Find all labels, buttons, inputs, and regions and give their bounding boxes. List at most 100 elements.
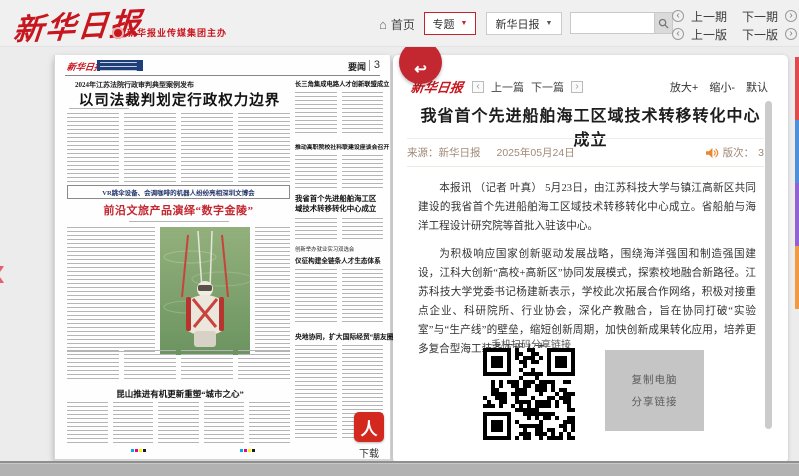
search-bar (570, 12, 673, 34)
site-logo[interactable]: 新华日报 (12, 0, 145, 49)
next-article-button[interactable]: 下一篇 (531, 79, 564, 95)
paper-dropdown[interactable]: 新华日报 ▼ (486, 12, 562, 35)
brand-emblem-icon (112, 27, 124, 39)
bottom-story-headline[interactable]: 昆山推进有机更新重塑“城市之心” (95, 388, 265, 400)
nav-home[interactable]: ⌂ 首页 (379, 16, 415, 33)
zoom-in-button[interactable]: 放大+ (670, 79, 698, 95)
bottom-scrollbar-track[interactable] (0, 461, 799, 476)
section-divider (369, 60, 370, 71)
prev-page-icon[interactable]: ‹ (672, 28, 684, 40)
feature-story: VR跳伞设备、会调咖啡的机器人纷纷亮相深圳文博会 前沿文旅产品演绎“数字金陵” (67, 185, 290, 355)
fake-text-column (113, 402, 154, 446)
side-tool-strip-red[interactable] (795, 57, 799, 120)
fake-text-column (67, 227, 155, 355)
right-column: 长三角集成电路人才创新联盟成立 推动高职院校社科联建设座谈会召开 我省首个先进船… (295, 79, 383, 441)
lead-story-text (67, 113, 290, 183)
fake-text-column (238, 113, 290, 183)
edition-value: 3 (758, 147, 764, 159)
side-tool-strip-purple[interactable] (795, 183, 799, 246)
panel-scrollbar[interactable] (765, 101, 772, 429)
side-tool-strip-orange[interactable] (795, 246, 799, 309)
search-input[interactable] (570, 12, 654, 34)
topics-dropdown[interactable]: 专题 ▼ (424, 12, 476, 35)
home-icon: ⌂ (379, 17, 387, 32)
print-marks (240, 449, 255, 452)
qr-code (483, 348, 575, 440)
article-toolbar: 新华日报 ‹ 上一篇 下一篇 › 放大+ 缩小- 默认 (411, 77, 768, 96)
newspaper-masthead: 新华日报 要闻 3 (65, 59, 380, 73)
fake-text-column (158, 402, 199, 446)
caret-down-icon: ▼ (461, 20, 468, 27)
article-meta: 来源： 新华日报 2025年05月24日 版次： 3 (407, 138, 764, 167)
fake-text-column (67, 350, 119, 380)
fake-text-column (67, 402, 108, 446)
newspaper-section-label: 要闻 (348, 60, 366, 73)
article-paragraph: 为积极响应国家创新驱动发展战略，围绕海洋强国和制造强国建设，江科大创新“高校+高… (418, 245, 756, 359)
download-label[interactable]: 下载 (354, 445, 384, 460)
right-headline-3[interactable]: 我省首个先进船舶海工区域技术转移转化中心成立 (295, 194, 383, 214)
back-button[interactable]: ↩ (399, 41, 442, 84)
next-issue-icon[interactable]: › (785, 10, 797, 22)
carousel-prev-icon[interactable]: ‹ (0, 250, 6, 294)
brand-affiliation: 新华报业传媒集团主办 (112, 26, 227, 39)
issue-page-pager: ‹ 上一期 下一期 › ‹ 上一版 下一版 › (672, 8, 797, 44)
fake-text-column (342, 155, 384, 189)
pdf-download-button[interactable]: 人 (354, 412, 384, 442)
pdf-icon: 人 (361, 415, 378, 440)
fake-text-column (255, 227, 290, 355)
zoom-reset-button[interactable]: 默认 (746, 79, 768, 95)
prev-article-icon[interactable]: ‹ (472, 81, 484, 93)
right-headline-5[interactable]: 央地协同，扩大国际经贸“朋友圈” (295, 331, 383, 341)
fake-text-column (204, 402, 245, 446)
fake-text-column (124, 113, 176, 183)
fake-text-column (295, 155, 337, 189)
copy-link-line2: 分享链接 (632, 394, 678, 409)
paper-dropdown-label: 新华日报 (496, 16, 540, 32)
search-button[interactable] (654, 12, 673, 34)
article-panel: ↩ 新华日报 ‹ 上一篇 下一篇 › 放大+ 缩小- 默认 我省首个先进船舶海工… (393, 55, 788, 463)
feature-byline (129, 221, 229, 224)
caret-down-icon: ▼ (546, 20, 553, 27)
right-headline-1[interactable]: 长三角集成电路人才创新联盟成立 (295, 79, 383, 88)
feature-kicker: VR跳伞设备、会调咖啡的机器人纷纷亮相深圳文博会 (67, 185, 290, 199)
prev-issue-icon[interactable]: ‹ (672, 10, 684, 22)
zoom-out-button[interactable]: 缩小- (709, 79, 735, 95)
right-headline-2[interactable]: 推动高职院校社科联建设座谈会召开 (295, 142, 383, 151)
print-marks (131, 449, 146, 452)
fake-text-column (124, 350, 176, 380)
back-arrow-icon: ↩ (414, 60, 427, 84)
fake-text-column (342, 218, 384, 240)
nav-home-label: 首页 (391, 16, 415, 33)
next-page-button[interactable]: 下一版 (742, 26, 778, 43)
prev-page-button[interactable]: 上一版 (691, 26, 727, 43)
prev-issue-button[interactable]: 上一期 (691, 8, 727, 25)
feature-story-text (67, 350, 290, 380)
right-kicker-4: 创新举办就业实习双选会 (295, 245, 383, 253)
fake-text-column (295, 92, 337, 136)
article-body: 本报讯 （记者 叶真） 5月23日，由江苏科技大学与镇江高新区共同建设的我省首个… (418, 179, 756, 368)
source-value: 新华日报 (439, 145, 481, 160)
read-aloud-icon[interactable] (705, 147, 719, 159)
fake-text-column (181, 113, 233, 183)
side-tool-strip-blue[interactable] (795, 120, 799, 183)
brand-affiliation-label: 新华报业传媒集团主办 (127, 26, 227, 39)
newspaper-page[interactable]: 新华日报 要闻 3 2024年江苏法院行政审判典型案例发布 以司法裁判划定行政权… (55, 55, 390, 459)
right-headline-4[interactable]: 仪征构建全链条人才生态体系 (295, 255, 383, 265)
source-label: 来源： (407, 145, 439, 160)
feature-headline[interactable]: 前沿文旅产品演绎“数字金陵” (67, 202, 290, 218)
next-article-icon[interactable]: › (571, 81, 583, 93)
lead-story-headline[interactable]: 以司法裁判划定行政权力边界 (67, 89, 292, 110)
copy-link-button[interactable]: 复制电脑 分享链接 (605, 350, 704, 431)
fake-text-column (295, 345, 337, 441)
article-paragraph: 本报讯 （记者 叶真） 5月23日，由江苏科技大学与镇江高新区共同建设的我省首个… (418, 179, 756, 236)
search-icon (658, 18, 669, 29)
prev-article-button[interactable]: 上一篇 (491, 79, 524, 95)
lead-story-byline (69, 108, 129, 111)
next-page-icon[interactable]: › (785, 28, 797, 40)
next-issue-button[interactable]: 下一期 (742, 8, 778, 25)
fake-text-column (295, 218, 337, 240)
fake-text-column (295, 269, 337, 325)
bottom-story-text (67, 402, 290, 446)
topics-dropdown-label: 专题 (433, 16, 455, 32)
fake-text-column (249, 402, 290, 446)
